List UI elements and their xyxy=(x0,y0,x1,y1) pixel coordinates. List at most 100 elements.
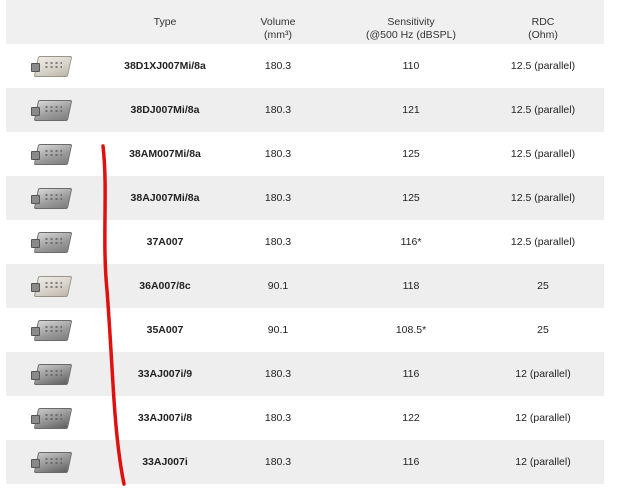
table-row: 33AJ007i/9 180.3 116 12 (parallel) xyxy=(6,352,604,396)
sensitivity-cell: 116* xyxy=(346,220,476,264)
rdc-cell: 12 (parallel) xyxy=(488,352,598,396)
type-value: 33AJ007i xyxy=(142,456,188,468)
volume-value: 90.1 xyxy=(267,324,289,336)
header-type: Type xyxy=(106,16,224,29)
receiver-thumb-icon xyxy=(30,361,74,387)
product-image-cell xyxy=(22,132,82,176)
rdc-value: 25 xyxy=(537,324,549,336)
header-rdc-label: RDC xyxy=(531,16,555,28)
volume-value: 180.3 xyxy=(264,456,292,468)
table-row: 38AM007Mi/8a 180.3 125 12.5 (parallel) xyxy=(6,132,604,176)
product-image-cell xyxy=(22,88,82,132)
sensitivity-cell: 121 xyxy=(346,88,476,132)
sensitivity-value: 118 xyxy=(402,280,420,292)
volume-cell: 180.3 xyxy=(238,440,318,484)
product-image-cell xyxy=(22,352,82,396)
type-cell: 38D1XJ007Mi/8a xyxy=(106,44,224,88)
table-row: 38AJ007Mi/8a 180.3 125 12.5 (parallel) xyxy=(6,176,604,220)
receiver-thumb-icon xyxy=(30,53,74,79)
receiver-thumb-icon xyxy=(30,449,74,475)
rdc-value: 12.5 (parallel) xyxy=(510,60,576,72)
type-cell: 33AJ007i xyxy=(106,440,224,484)
volume-cell: 180.3 xyxy=(238,176,318,220)
product-image-cell xyxy=(22,176,82,220)
sensitivity-value: 121 xyxy=(402,104,420,116)
type-cell: 33AJ007i/8 xyxy=(106,396,224,440)
rdc-cell: 25 xyxy=(488,264,598,308)
volume-cell: 180.3 xyxy=(238,220,318,264)
volume-value: 180.3 xyxy=(264,368,292,380)
volume-value: 180.3 xyxy=(264,60,292,72)
type-cell: 36A007/8c xyxy=(106,264,224,308)
header-type-label: Type xyxy=(153,16,177,28)
volume-cell: 180.3 xyxy=(238,88,318,132)
rdc-value: 12.5 (parallel) xyxy=(510,192,576,204)
header-rdc: RDC (Ohm) xyxy=(488,16,598,42)
sensitivity-cell: 116 xyxy=(346,440,476,484)
volume-cell: 180.3 xyxy=(238,132,318,176)
header-volume-label: Volume xyxy=(260,16,296,28)
rdc-value: 12.5 (parallel) xyxy=(510,148,576,160)
header-volume: Volume (mm³) xyxy=(238,16,318,42)
type-value: 37A007 xyxy=(146,236,184,248)
receiver-thumb-icon xyxy=(30,317,74,343)
receiver-thumb-icon xyxy=(30,229,74,255)
rdc-value: 25 xyxy=(537,280,549,292)
table-row: 33AJ007i 180.3 116 12 (parallel) xyxy=(6,440,604,484)
volume-cell: 180.3 xyxy=(238,352,318,396)
type-value: 33AJ007i/9 xyxy=(137,368,193,380)
sensitivity-value: 108.5* xyxy=(395,324,427,336)
sensitivity-value: 125 xyxy=(402,192,420,204)
product-image-cell xyxy=(22,440,82,484)
table-row: 36A007/8c 90.1 118 25 xyxy=(6,264,604,308)
sensitivity-value: 116* xyxy=(400,236,422,248)
sensitivity-cell: 110 xyxy=(346,44,476,88)
receiver-thumb-icon xyxy=(30,141,74,167)
rdc-cell: 12.5 (parallel) xyxy=(488,220,598,264)
volume-value: 180.3 xyxy=(264,104,292,116)
header-sensitivity-label: Sensitivity xyxy=(387,16,435,28)
product-image-cell xyxy=(22,220,82,264)
volume-value: 90.1 xyxy=(267,280,289,292)
sensitivity-cell: 122 xyxy=(346,396,476,440)
type-value: 38D1XJ007Mi/8a xyxy=(124,60,206,72)
table-body: 38D1XJ007Mi/8a 180.3 110 12.5 (parallel)… xyxy=(6,44,604,484)
product-image-cell xyxy=(22,396,82,440)
rdc-cell: 25 xyxy=(488,308,598,352)
table-header: Type Volume (mm³) Sensitivity (@500 Hz (… xyxy=(6,0,604,44)
volume-cell: 180.3 xyxy=(238,44,318,88)
type-cell: 33AJ007i/9 xyxy=(106,352,224,396)
sensitivity-value: 122 xyxy=(402,412,420,424)
receiver-thumb-icon xyxy=(30,97,74,123)
rdc-cell: 12 (parallel) xyxy=(488,396,598,440)
rdc-value: 12.5 (parallel) xyxy=(510,236,576,248)
type-cell: 38DJ007Mi/8a xyxy=(106,88,224,132)
receiver-thumb-icon xyxy=(30,185,74,211)
volume-value: 180.3 xyxy=(264,412,292,424)
product-image-cell xyxy=(22,44,82,88)
product-image-cell xyxy=(22,308,82,352)
type-value: 38DJ007Mi/8a xyxy=(130,104,200,116)
sensitivity-value: 116 xyxy=(402,456,420,468)
rdc-cell: 12.5 (parallel) xyxy=(488,176,598,220)
volume-value: 180.3 xyxy=(264,148,292,160)
header-sensitivity-unit: (@500 Hz (dBSPL) xyxy=(365,29,457,41)
table-row: 33AJ007i/8 180.3 122 12 (parallel) xyxy=(6,396,604,440)
sensitivity-cell: 108.5* xyxy=(346,308,476,352)
type-value: 38AJ007Mi/8a xyxy=(130,192,200,204)
sensitivity-value: 110 xyxy=(402,60,420,72)
table-row: 37A007 180.3 116* 12.5 (parallel) xyxy=(6,220,604,264)
header-rdc-unit: (Ohm) xyxy=(528,29,558,41)
product-image-cell xyxy=(22,264,82,308)
type-cell: 35A007 xyxy=(106,308,224,352)
volume-cell: 90.1 xyxy=(238,308,318,352)
volume-cell: 180.3 xyxy=(238,396,318,440)
rdc-cell: 12.5 (parallel) xyxy=(488,132,598,176)
sensitivity-cell: 116 xyxy=(346,352,476,396)
volume-value: 180.3 xyxy=(264,192,292,204)
rdc-value: 12 (parallel) xyxy=(515,456,571,468)
type-cell: 37A007 xyxy=(106,220,224,264)
spec-table: Type Volume (mm³) Sensitivity (@500 Hz (… xyxy=(6,0,604,484)
header-sensitivity: Sensitivity (@500 Hz (dBSPL) xyxy=(346,16,476,42)
header-volume-unit: (mm³) xyxy=(264,29,292,41)
